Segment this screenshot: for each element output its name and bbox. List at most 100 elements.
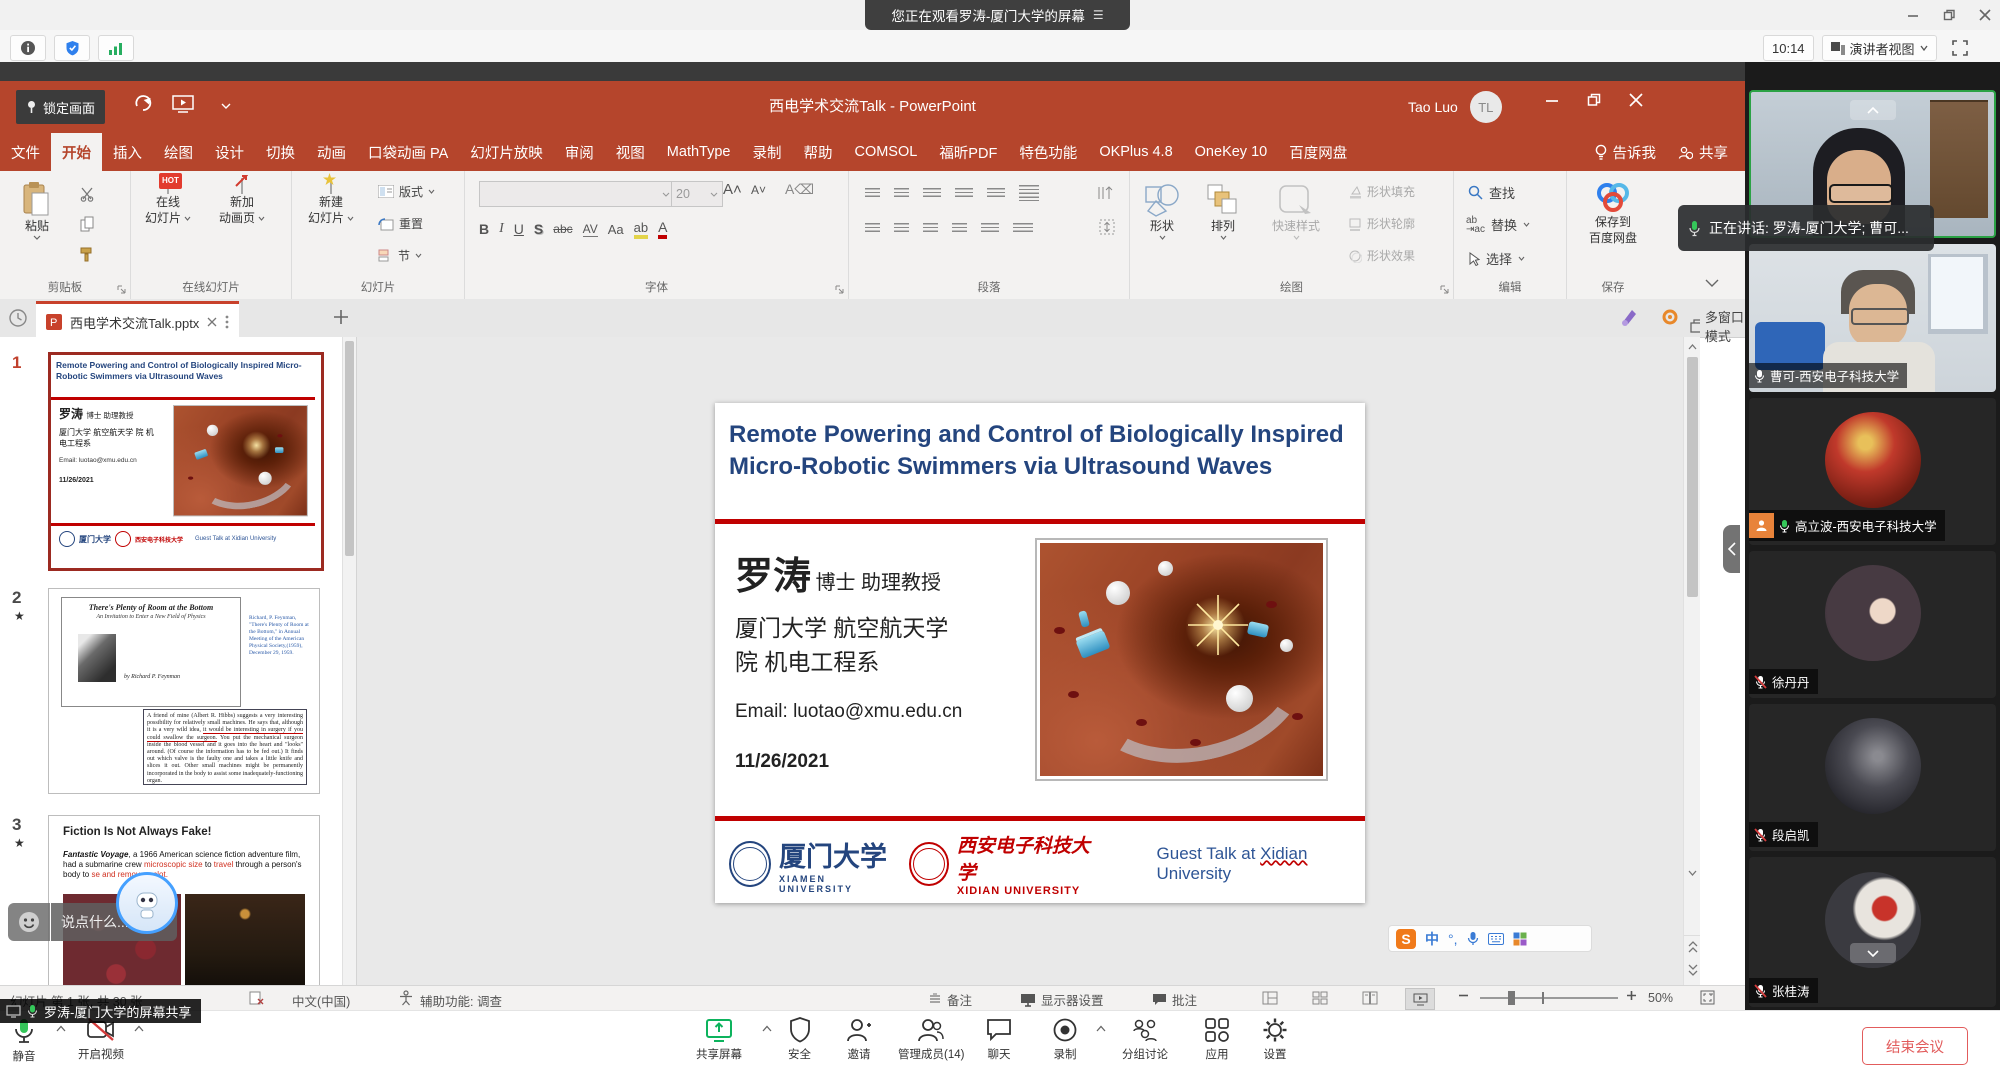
thumbnail-scrollbar-thumb[interactable] bbox=[345, 341, 354, 556]
bullets-icon[interactable] bbox=[865, 188, 880, 199]
emoji-button[interactable] bbox=[8, 903, 50, 941]
tab-transitions[interactable]: 切换 bbox=[255, 133, 306, 171]
zoom-level[interactable]: 50% bbox=[1648, 991, 1673, 1005]
shape-effects-button[interactable]: 形状效果 bbox=[1348, 247, 1415, 264]
history-icon[interactable] bbox=[8, 308, 28, 328]
font-size-combo[interactable]: 20 bbox=[671, 181, 723, 207]
collapse-tile-button[interactable] bbox=[1850, 100, 1896, 120]
video-tile-gaolibo[interactable]: 高立波-西安电子科技大学 bbox=[1749, 398, 1996, 545]
collapse-ribbon-icon[interactable] bbox=[1705, 279, 1719, 288]
align-text-icon[interactable] bbox=[1097, 185, 1115, 201]
annotation-menu-icon[interactable]: ☰ bbox=[1093, 8, 1104, 22]
fullscreen-icon[interactable] bbox=[1945, 37, 1975, 59]
tab-baidu-pan[interactable]: 百度网盘 bbox=[1278, 133, 1358, 171]
share-more-icon[interactable] bbox=[762, 1025, 772, 1032]
mute-button[interactable]: 静音 bbox=[12, 1017, 36, 1064]
highlight-button[interactable]: ab bbox=[634, 220, 648, 239]
security-shield-icon[interactable] bbox=[54, 35, 90, 61]
cut-icon[interactable] bbox=[78, 185, 96, 203]
security-button[interactable]: 安全 bbox=[788, 1017, 811, 1062]
drawing-dialog-launcher-icon[interactable] bbox=[1440, 285, 1449, 294]
change-case-button[interactable]: Aa bbox=[608, 222, 624, 237]
section-button[interactable]: 节 bbox=[378, 247, 422, 264]
quick-styles-button[interactable]: 快速样式 bbox=[1272, 183, 1320, 240]
plugin-gear-icon[interactable] bbox=[1660, 307, 1680, 327]
tab-more-icon[interactable] bbox=[225, 315, 229, 329]
soft-keyboard-icon[interactable] bbox=[1488, 933, 1504, 945]
ppt-minimize-icon[interactable] bbox=[1545, 93, 1559, 107]
comments-button[interactable]: 批注 bbox=[1152, 990, 1197, 1009]
text-direction-icon[interactable] bbox=[1019, 185, 1039, 201]
share-screen-button[interactable]: 共享屏幕 bbox=[696, 1017, 742, 1062]
sidebar-collapse-handle[interactable] bbox=[1723, 525, 1740, 573]
fit-to-window-icon[interactable] bbox=[1700, 990, 1715, 1005]
tab-comsol[interactable]: COMSOL bbox=[843, 133, 928, 171]
end-meeting-button[interactable]: 结束会议 bbox=[1862, 1027, 1968, 1065]
voice-input-icon[interactable] bbox=[1467, 931, 1479, 946]
format-painter-icon[interactable] bbox=[78, 245, 96, 263]
current-slide[interactable]: Remote Powering and Control of Biologica… bbox=[715, 403, 1365, 903]
tab-slideshow[interactable]: 幻灯片放映 bbox=[459, 133, 554, 171]
select-button[interactable]: 选择 bbox=[1468, 249, 1525, 268]
layout-button[interactable]: 版式 bbox=[378, 183, 435, 200]
font-name-combo[interactable] bbox=[479, 181, 675, 207]
reading-view-icon[interactable] bbox=[1362, 991, 1378, 1005]
bold-button[interactable]: B bbox=[479, 221, 489, 237]
save-baidu-button[interactable]: 保存到 百度网盘 bbox=[1579, 181, 1647, 245]
video-tile-xudandan[interactable]: 徐丹丹 bbox=[1749, 551, 1996, 698]
tab-home[interactable]: 开始 bbox=[51, 133, 102, 171]
underline-button[interactable]: U bbox=[514, 221, 524, 237]
tab-pocket-animation[interactable]: 口袋动画 PA bbox=[357, 133, 459, 171]
line-spacing-icon[interactable] bbox=[987, 188, 1005, 199]
shape-outline-button[interactable]: 形状轮廓 bbox=[1348, 215, 1415, 232]
shrink-font-button[interactable]: A˅ bbox=[751, 183, 766, 197]
shape-fill-button[interactable]: 形状填充 bbox=[1348, 183, 1415, 200]
ppt-restore-icon[interactable] bbox=[1587, 93, 1601, 107]
tab-draw[interactable]: 绘图 bbox=[153, 133, 204, 171]
shapes-button[interactable]: 形状 bbox=[1142, 183, 1182, 240]
thumbnail-scrollbar[interactable] bbox=[342, 337, 356, 985]
clipboard-dialog-launcher-icon[interactable] bbox=[117, 285, 126, 294]
online-slides-button[interactable]: HOT 在线 幻灯片 bbox=[145, 179, 191, 225]
sogou-input-bar[interactable]: S 中 °, bbox=[1388, 925, 1592, 952]
numbering-icon[interactable] bbox=[894, 188, 909, 199]
video-tile-caoke[interactable]: 曹可-西安电子科技大学 bbox=[1749, 244, 1996, 392]
share-button[interactable]: 共享 bbox=[1667, 133, 1739, 171]
apps-button[interactable]: 应用 bbox=[1204, 1017, 1230, 1062]
expand-tiles-button[interactable] bbox=[1850, 943, 1896, 963]
invite-button[interactable]: 邀请 bbox=[846, 1017, 872, 1062]
theme-brush-icon[interactable] bbox=[1620, 307, 1640, 327]
new-animation-page-button[interactable]: 新加 动画页 bbox=[219, 179, 265, 225]
align-center-icon[interactable] bbox=[894, 223, 909, 234]
scroll-down-icon[interactable] bbox=[1684, 865, 1700, 880]
sogou-logo-icon[interactable]: S bbox=[1396, 929, 1416, 949]
ppt-close-icon[interactable] bbox=[1629, 93, 1643, 107]
chat-button[interactable]: 聊天 bbox=[986, 1017, 1012, 1062]
new-slide-button[interactable]: 新建 幻灯片 bbox=[308, 179, 354, 225]
decrease-indent-icon[interactable] bbox=[923, 188, 941, 199]
tab-okplus[interactable]: OKPlus 4.8 bbox=[1088, 133, 1183, 171]
tab-animations[interactable]: 动画 bbox=[306, 133, 357, 171]
previous-slide-icon[interactable] bbox=[1684, 935, 1700, 958]
zoom-out-icon[interactable] bbox=[1458, 990, 1469, 1001]
tab-view[interactable]: 视图 bbox=[605, 133, 656, 171]
tab-onekey[interactable]: OneKey 10 bbox=[1184, 133, 1279, 171]
display-settings-button[interactable]: 显示器设置 bbox=[1020, 990, 1104, 1009]
doc-tab[interactable]: P 西电学术交流Talk.pptx bbox=[36, 301, 239, 340]
tab-close-icon[interactable] bbox=[207, 317, 217, 327]
close-icon[interactable] bbox=[1970, 4, 2000, 26]
tab-help[interactable]: 帮助 bbox=[792, 133, 843, 171]
tab-file[interactable]: 文件 bbox=[0, 133, 51, 171]
slide2-thumbnail[interactable]: There's Plenty of Room at the Bottom An … bbox=[48, 588, 320, 794]
slide1-thumbnail[interactable]: Remote Powering and Control of Biologica… bbox=[48, 352, 324, 571]
skin-toolbox-icon[interactable] bbox=[1513, 932, 1527, 946]
record-button[interactable]: 录制 bbox=[1052, 1017, 1078, 1062]
tab-mathtype[interactable]: MathType bbox=[656, 133, 742, 171]
accessibility-icon[interactable] bbox=[398, 990, 414, 1006]
grow-font-button[interactable]: A˄ bbox=[723, 181, 742, 198]
notes-button[interactable]: 备注 bbox=[928, 990, 972, 1009]
restore-icon[interactable] bbox=[1934, 4, 1964, 26]
convert-smartart-icon[interactable] bbox=[1013, 223, 1033, 234]
settings-button[interactable]: 设置 bbox=[1262, 1017, 1288, 1062]
breakout-button[interactable]: 分组讨论 bbox=[1122, 1017, 1168, 1062]
